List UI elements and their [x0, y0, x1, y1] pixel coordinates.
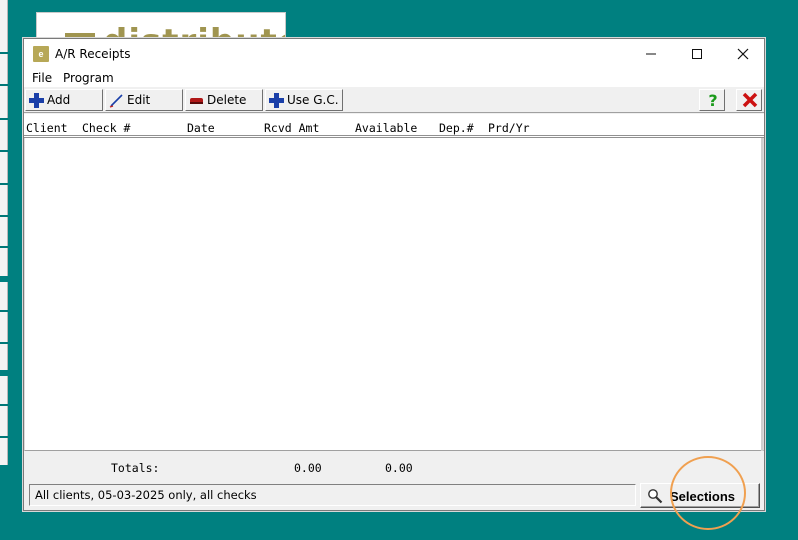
- receipts-list[interactable]: [24, 138, 764, 451]
- column-header-dep[interactable]: Dep.#: [439, 121, 474, 135]
- delete-button[interactable]: Delete: [185, 89, 263, 111]
- totals-label: Totals:: [111, 461, 160, 475]
- toolbar: Add Edit Delete Use G.C. ?: [24, 87, 764, 113]
- column-header-client[interactable]: Client: [26, 121, 68, 135]
- column-header-rcvd-amt[interactable]: Rcvd Amt: [264, 121, 319, 135]
- totals-available: 0.00: [385, 461, 413, 475]
- close-button[interactable]: [720, 39, 766, 69]
- status-text: All clients, 05-03-2025 only, all checks: [35, 488, 257, 502]
- exit-button[interactable]: [736, 89, 762, 111]
- help-button[interactable]: ?: [699, 89, 725, 111]
- red-x-icon: [742, 92, 758, 108]
- close-icon: [737, 48, 749, 60]
- use-gc-label: Use G.C.: [287, 93, 339, 107]
- column-header-available[interactable]: Available: [355, 121, 417, 135]
- column-header-row: Client Check # Date Rcvd Amt Available D…: [24, 114, 764, 138]
- plus-icon: [29, 93, 44, 108]
- eraser-icon: [190, 98, 203, 104]
- edit-button[interactable]: Edit: [105, 89, 183, 111]
- maximize-button[interactable]: [674, 39, 720, 69]
- help-question-icon: ?: [708, 92, 717, 108]
- add-button[interactable]: Add: [25, 89, 103, 111]
- minimize-button[interactable]: [628, 39, 674, 69]
- totals-rcvd-amt: 0.00: [294, 461, 322, 475]
- add-label: Add: [47, 93, 71, 107]
- pencil-icon: [109, 94, 123, 108]
- plus-icon: [269, 93, 284, 108]
- maximize-icon: [692, 49, 702, 59]
- use-gc-button[interactable]: Use G.C.: [265, 89, 343, 111]
- highlight-circle-annotation: [670, 456, 746, 530]
- totals-row: Totals: 0.00 0.00: [24, 452, 764, 482]
- magnifier-icon: [648, 489, 663, 504]
- status-bar: All clients, 05-03-2025 only, all checks: [29, 484, 636, 506]
- menu-program[interactable]: Program: [63, 71, 114, 85]
- column-header-date[interactable]: Date: [187, 121, 215, 135]
- menu-bar: File Program: [24, 69, 764, 87]
- title-bar[interactable]: e A/R Receipts: [24, 39, 764, 69]
- menu-file[interactable]: File: [32, 71, 52, 85]
- minimize-icon: [646, 53, 656, 55]
- svg-text:?: ?: [708, 92, 717, 108]
- column-header-prd-yr[interactable]: Prd/Yr: [488, 121, 530, 135]
- column-header-check[interactable]: Check #: [82, 121, 130, 135]
- list-edge: [761, 138, 763, 451]
- ar-receipts-window: e A/R Receipts File Program Add Edit Del…: [23, 38, 765, 511]
- delete-label: Delete: [207, 93, 247, 107]
- edit-label: Edit: [127, 93, 151, 107]
- app-icon: e: [33, 46, 49, 62]
- window-title: A/R Receipts: [55, 47, 131, 61]
